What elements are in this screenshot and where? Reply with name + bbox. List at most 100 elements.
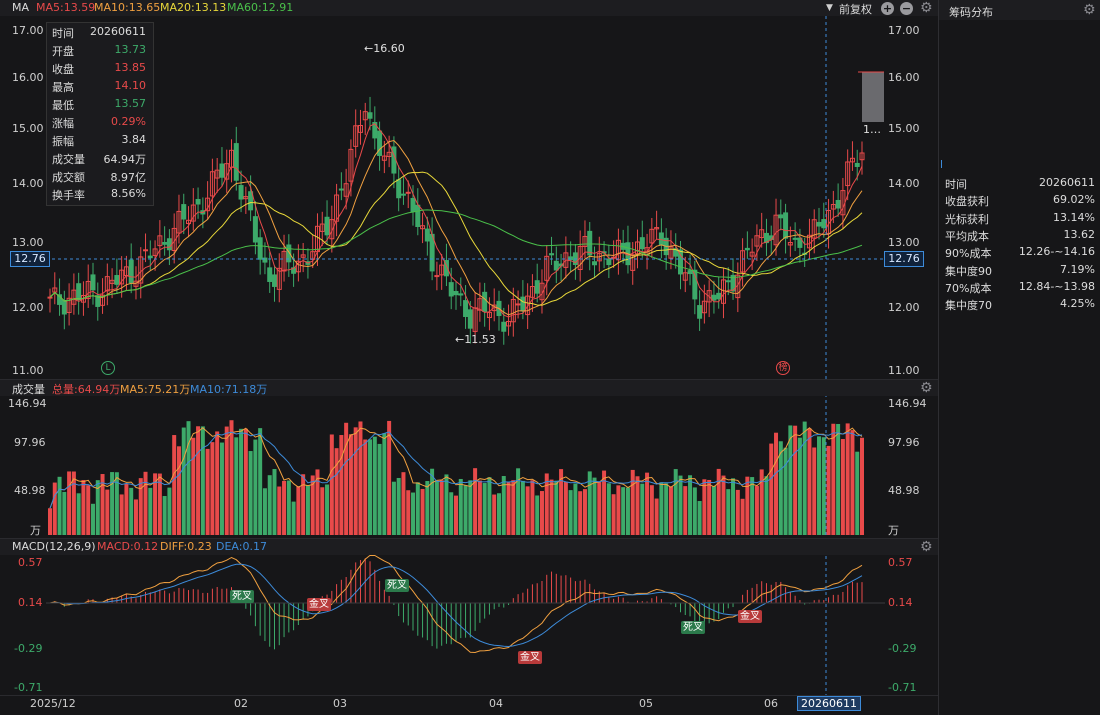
volume-bar: [368, 439, 373, 535]
volume-unit: 万: [888, 524, 899, 537]
volume-bar: [692, 487, 697, 535]
candle-body: [463, 300, 469, 317]
volume-bar: [138, 478, 143, 535]
candle-body: [162, 241, 168, 245]
volume-title: 成交量: [12, 383, 45, 396]
volume-bar: [797, 437, 802, 535]
volume-bar: [167, 487, 172, 535]
volume-bar: [148, 487, 153, 535]
candle-body: [252, 216, 258, 243]
candle-body: [267, 267, 273, 282]
volume-bar: [133, 499, 138, 535]
volume-bar: [219, 442, 224, 535]
volume-bar: [640, 483, 645, 535]
volume-bar: [477, 480, 482, 535]
volume-bar: [697, 501, 702, 535]
tooltip-key: 开盘: [52, 45, 74, 58]
candle-body: [453, 290, 459, 296]
tooltip-key: 收盘: [52, 63, 74, 76]
volume-bar: [239, 428, 244, 535]
volume-bar: [836, 423, 841, 535]
macd-tick: 0.14: [888, 596, 913, 609]
candle-body: [835, 199, 841, 209]
volume-bar: [463, 485, 468, 535]
chip-stat-row: 光标获利 13.14%: [945, 211, 1095, 227]
volume-bar: [267, 475, 272, 535]
volume-bar: [420, 488, 425, 535]
chip-stat-row: 平均成本 13.62: [945, 228, 1095, 244]
volume-bar: [616, 485, 621, 535]
candle-body: [324, 216, 330, 236]
volume-total: 总量:64.94万: [52, 383, 121, 396]
macd-header: MACD(12,26,9) MACD:0.12 DIFF:0.23 DEA:0.…: [0, 539, 938, 555]
volume-bar: [487, 477, 492, 535]
volume-bar: [105, 489, 110, 535]
candle-body: [553, 260, 559, 271]
volume-bar: [783, 447, 788, 535]
candle-body: [639, 237, 645, 250]
volume-bar: [520, 480, 525, 535]
volume-bar: [176, 446, 181, 535]
tooltip-row: 收盘 13.85: [52, 61, 148, 77]
volume-bar: [707, 479, 712, 535]
tooltip-value: 13.73: [114, 43, 147, 56]
chip-stat-value: 4.25%: [1060, 297, 1095, 311]
golden-cross-tag: 金叉: [738, 610, 762, 623]
volume-bar: [258, 428, 263, 535]
gear-icon[interactable]: ⚙: [1083, 3, 1096, 17]
macd-chart: [49, 554, 863, 654]
volume-bar: [807, 428, 812, 535]
volume-bar: [262, 488, 267, 535]
x-tick: 05: [639, 697, 653, 710]
event-marker-l[interactable]: L: [101, 361, 115, 375]
candle-body: [434, 275, 440, 278]
volume-bar: [444, 474, 449, 535]
macd-tick: -0.29: [14, 642, 43, 655]
chip-stat-row: 集中度90 7.19%: [945, 263, 1095, 279]
candle-body: [711, 294, 717, 301]
volume-bar: [344, 422, 349, 535]
volume-bar: [683, 486, 688, 535]
chip-stat-value: 12.84-~13.98: [1018, 279, 1095, 293]
tooltip-value: 13.85: [114, 61, 147, 74]
volume-bar: [301, 474, 306, 535]
volume-bar: [721, 475, 726, 535]
candle-body: [821, 219, 827, 229]
volume-bar: [688, 475, 693, 535]
gear-icon[interactable]: ⚙: [920, 381, 933, 395]
event-marker-rank[interactable]: 榜: [776, 361, 790, 375]
volume-bar: [668, 486, 673, 535]
volume-bar: [702, 479, 707, 535]
volume-bar: [282, 480, 287, 535]
volume-bar: [439, 480, 444, 535]
candle-body: [697, 305, 703, 319]
volume-bar: [248, 451, 253, 535]
gear-icon[interactable]: ⚙: [920, 540, 933, 554]
chip-stat-key: 收盘获利: [945, 195, 989, 209]
candle-body: [338, 188, 344, 191]
golden-cross-tag: 金叉: [518, 651, 542, 664]
current-price-tag-right: 12.76: [884, 251, 924, 267]
macd-dea: DEA:0.17: [216, 540, 267, 553]
candlestick-chart: [47, 96, 865, 345]
volume-bar: [215, 431, 220, 535]
chip-stat-value: 69.02%: [1053, 193, 1095, 207]
volume-bar: [334, 448, 339, 535]
tooltip-key: 换手率: [52, 189, 85, 202]
tooltip-key: 最高: [52, 81, 74, 94]
volume-bar: [81, 480, 86, 535]
x-tick: 03: [333, 697, 347, 710]
volume-bar: [649, 485, 654, 535]
volume-bar: [554, 480, 559, 535]
candle-body: [143, 249, 149, 252]
tooltip-row: 换手率 8.56%: [52, 187, 148, 203]
volume-bar: [735, 489, 740, 535]
volume-bar: [754, 486, 759, 535]
candle-body: [854, 162, 860, 167]
tooltip-value: 8.97亿: [110, 171, 147, 184]
x-tick: 2025/12: [30, 697, 76, 710]
x-tick: 02: [234, 697, 248, 710]
volume-bar: [817, 436, 822, 535]
volume-bar: [740, 498, 745, 535]
tooltip-row: 涨幅 0.29%: [52, 115, 148, 131]
